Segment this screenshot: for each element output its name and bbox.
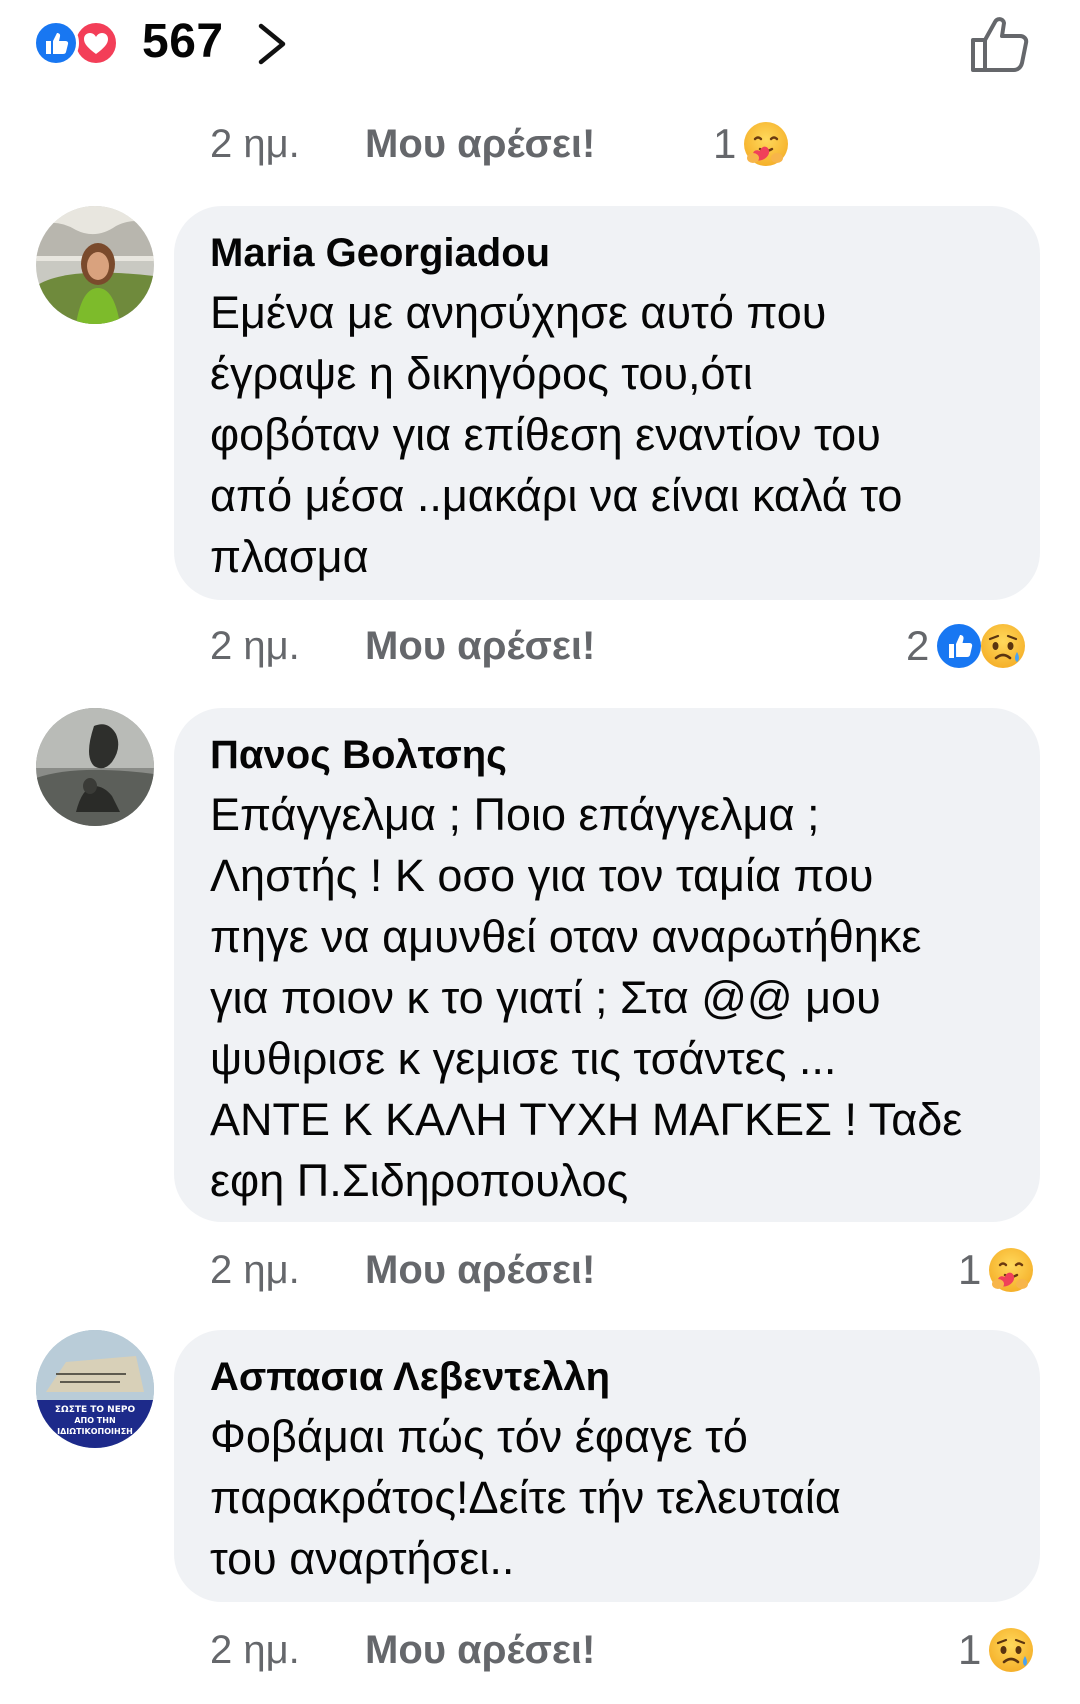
sad-emoji-icon bbox=[979, 622, 1027, 670]
comment-time[interactable]: 2 ημ. bbox=[210, 1240, 300, 1300]
avatar-text: ΑΠΟ ΤΗΝ bbox=[74, 1416, 115, 1425]
comment-reactions[interactable]: 1 bbox=[958, 1240, 1035, 1300]
reactions-summary[interactable] bbox=[33, 20, 143, 66]
comment-meta: 2 ημ. Μου αρέσει! 1 bbox=[0, 1620, 1080, 1680]
comment-time[interactable]: 2 ημ. bbox=[210, 616, 300, 676]
reaction-count[interactable]: 567 bbox=[142, 14, 224, 69]
comment-text: Φοβάμαι πώς τόν έφαγε τό παρακράτος!Δείτ… bbox=[210, 1411, 841, 1584]
care-emoji-icon bbox=[987, 1246, 1035, 1294]
like-emoji-icon bbox=[935, 622, 983, 670]
comment-text: Εμένα με ανησύχησε αυτό που έγραψε η δικ… bbox=[210, 287, 903, 582]
avatar[interactable] bbox=[36, 206, 154, 324]
avatar[interactable] bbox=[36, 708, 154, 826]
reaction-count: 1 bbox=[958, 1246, 982, 1293]
love-reaction-icon bbox=[73, 20, 119, 66]
comment-text: Επάγγελμα ; Ποιο επάγγελμα ; Ληστής ! Κ … bbox=[210, 789, 963, 1206]
like-icon[interactable] bbox=[967, 10, 1031, 76]
like-button[interactable]: Μου αρέσει! bbox=[365, 616, 595, 676]
sad-emoji-icon bbox=[987, 1626, 1035, 1674]
comment-bubble: Πανος Βολτσης Επάγγελμα ; Ποιο επάγγελμα… bbox=[174, 708, 1040, 1222]
comment-reactions[interactable]: 1 bbox=[958, 1620, 1035, 1680]
comment-time[interactable]: 2 ημ. bbox=[210, 1620, 300, 1680]
care-emoji-icon bbox=[742, 120, 790, 168]
chevron-right-icon[interactable] bbox=[253, 16, 293, 72]
comment-meta: 2 ημ. Μου αρέσει! 1 bbox=[0, 1240, 1080, 1300]
avatar-text: ΙΔΙΩΤΙΚΟΠΟΙΗΣΗ bbox=[57, 1427, 133, 1436]
avatar[interactable]: ΣΩΣΤΕ ΤΟ ΝΕΡΟ ΑΠΟ ΤΗΝ ΙΔΙΩΤΙΚΟΠΟΙΗΣΗ bbox=[36, 1330, 154, 1448]
comment-bubble: Ασπασια Λεβεντελλη Φοβάμαι πώς τόν έφαγε… bbox=[174, 1330, 1040, 1602]
reaction-count: 1 bbox=[958, 1626, 982, 1673]
like-button[interactable]: Μου αρέσει! bbox=[365, 1240, 595, 1300]
comment-author[interactable]: Πανος Βολτσης bbox=[210, 730, 1004, 780]
comment-author[interactable]: Ασπασια Λεβεντελλη bbox=[210, 1352, 1004, 1402]
reaction-count: 2 bbox=[906, 622, 930, 669]
comment-author[interactable]: Maria Georgiadou bbox=[210, 228, 1004, 278]
avatar-text: ΣΩΣΤΕ ΤΟ ΝΕΡΟ bbox=[55, 1405, 136, 1415]
comment-reactions[interactable]: 1 bbox=[713, 114, 790, 174]
comment-time[interactable]: 2 ημ. bbox=[210, 114, 300, 174]
comment-bubble: Maria Georgiadou Εμένα με ανησύχησε αυτό… bbox=[174, 206, 1040, 600]
reaction-count: 1 bbox=[713, 120, 737, 167]
like-reaction-icon bbox=[33, 20, 79, 66]
like-button[interactable]: Μου αρέσει! bbox=[365, 1620, 595, 1680]
comment-meta: 2 ημ. Μου αρέσει! 1 bbox=[0, 114, 1080, 174]
like-button[interactable]: Μου αρέσει! bbox=[365, 114, 595, 174]
comment-meta: 2 ημ. Μου αρέσει! 2 bbox=[0, 616, 1080, 676]
comment-reactions[interactable]: 2 bbox=[906, 616, 1027, 676]
